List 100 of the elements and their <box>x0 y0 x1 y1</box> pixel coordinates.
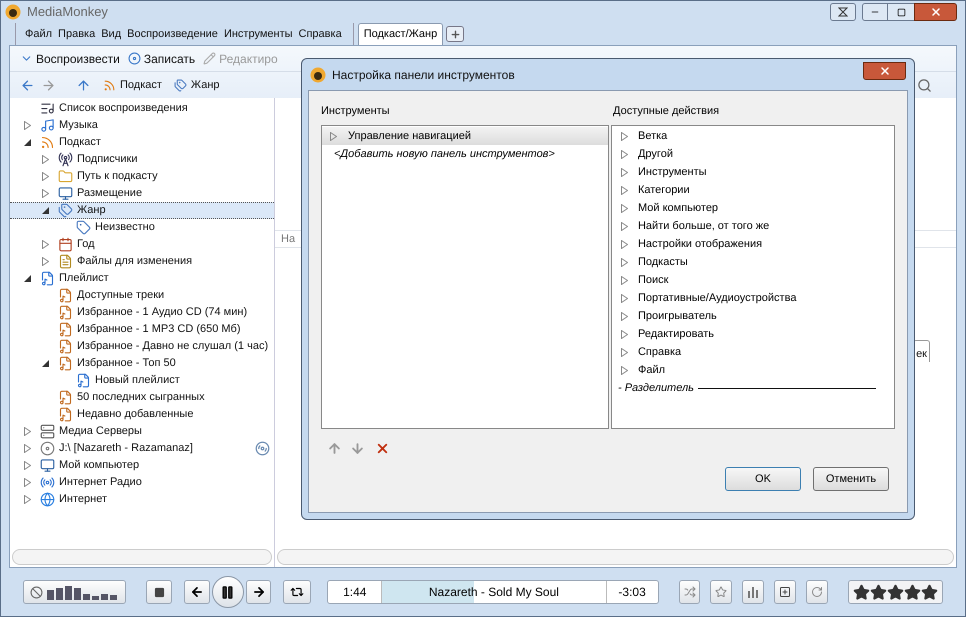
tree-item[interactable]: Жанр <box>10 202 274 219</box>
stop-button[interactable] <box>146 580 172 604</box>
tree-item[interactable]: Год <box>10 236 274 253</box>
collapse-arrow-icon[interactable] <box>24 275 31 282</box>
list-item[interactable]: Портативные/Аудиоустройства <box>612 289 894 307</box>
expand-arrow-icon[interactable] <box>42 172 49 181</box>
tree-item[interactable]: Неизвестно <box>10 219 274 236</box>
equalizer-button[interactable] <box>23 580 126 604</box>
expand-arrow-icon[interactable] <box>24 495 31 504</box>
tree-item[interactable]: Недавно добавленные <box>10 406 274 423</box>
tree-item[interactable]: Интернет <box>10 491 274 508</box>
tree-item[interactable]: Размещение <box>10 185 274 202</box>
bars-button[interactable] <box>742 580 764 604</box>
tree-item[interactable]: Подписчики <box>10 151 274 168</box>
favorite-button[interactable] <box>710 580 732 604</box>
shuffle-button[interactable] <box>678 580 700 604</box>
tree-item[interactable]: Список воспроизведения <box>10 100 274 117</box>
seek-bar[interactable]: Nazareth - Sold My Soul <box>382 581 606 603</box>
repeat-button[interactable] <box>283 580 312 604</box>
toolbar-button[interactable]: Воспроизвести <box>20 50 120 68</box>
collapse-arrow-icon[interactable] <box>42 360 49 367</box>
menu-item[interactable]: Вид <box>98 26 124 42</box>
list-item[interactable]: Файл <box>612 361 894 379</box>
list-item[interactable]: Редактировать <box>612 325 894 343</box>
list-item[interactable]: Подкасты <box>612 253 894 271</box>
disc-icon[interactable] <box>255 441 270 456</box>
tree-item[interactable]: 50 последних сыгранных <box>10 389 274 406</box>
move-down-icon[interactable] <box>350 440 365 456</box>
list-item[interactable]: <Добавить новую панель инструментов> <box>322 145 608 163</box>
list-item[interactable]: Справка <box>612 343 894 361</box>
move-up-icon[interactable] <box>327 440 342 456</box>
maximize-button[interactable] <box>888 3 914 21</box>
close-button[interactable] <box>863 62 906 80</box>
expand-arrow-icon[interactable] <box>42 240 49 249</box>
back-icon[interactable] <box>20 78 35 92</box>
shuffle-icon <box>684 586 696 598</box>
cancel-button[interactable]: Отменить <box>813 467 889 491</box>
expand-arrow-icon[interactable] <box>330 132 337 140</box>
collapse-arrow-icon[interactable] <box>42 207 49 214</box>
tree-item[interactable]: Медиа Серверы <box>10 423 274 440</box>
breadcrumb-button[interactable]: Подкаст <box>103 76 162 94</box>
pause-button[interactable] <box>212 576 244 608</box>
add-tab-button[interactable] <box>446 26 464 42</box>
list-item[interactable]: Инструменты <box>612 163 894 181</box>
list-item[interactable]: Ветка <box>612 127 894 145</box>
toolbar-button[interactable]: Записать <box>128 50 196 68</box>
tree-item[interactable]: Файлы для изменения <box>10 253 274 270</box>
tab[interactable]: Подкаст/Жанр <box>358 23 444 45</box>
expand-arrow-icon[interactable] <box>24 121 31 130</box>
collapse-arrow-icon[interactable] <box>24 139 31 146</box>
next-button[interactable] <box>246 580 272 604</box>
tree-item[interactable]: Избранное - Топ 50 <box>10 355 274 372</box>
tree-item[interactable]: J:\ [Nazareth - Razamanaz] <box>10 440 274 457</box>
tree-item[interactable]: Подкаст <box>10 134 274 151</box>
list-item[interactable]: Поиск <box>612 271 894 289</box>
expand-arrow-icon[interactable] <box>42 257 49 266</box>
list-item-label[interactable]: - Разделитель <box>618 380 694 396</box>
horizontal-scrollbar[interactable] <box>12 549 272 565</box>
expand-arrow-icon[interactable] <box>24 478 31 487</box>
tree-item[interactable]: Мой компьютер <box>10 457 274 474</box>
list-item[interactable]: Найти больше, от того же <box>612 217 894 235</box>
expand-arrow-icon[interactable] <box>24 461 31 470</box>
expand-arrow-icon[interactable] <box>24 427 31 436</box>
add-button[interactable] <box>774 580 796 604</box>
search-icon[interactable] <box>917 78 932 92</box>
menu-item[interactable]: Инструменты <box>220 26 296 42</box>
menu-item[interactable]: Правка <box>55 26 98 42</box>
list-item[interactable]: Настройки отображения <box>612 235 894 253</box>
expand-arrow-icon[interactable] <box>42 155 49 164</box>
tree-item[interactable]: Музыка <box>10 117 274 134</box>
expand-arrow-icon[interactable] <box>24 444 31 453</box>
list-item[interactable]: Другой <box>612 145 894 163</box>
breadcrumb-button[interactable]: Жанр <box>174 76 220 94</box>
minimize-button[interactable] <box>862 3 888 21</box>
tree-item[interactable]: Избранное - Давно не слушал (1 час) <box>10 338 274 355</box>
horizontal-scrollbar[interactable] <box>277 549 954 565</box>
previous-button[interactable] <box>184 580 210 604</box>
tree-item[interactable]: Плейлист <box>10 270 274 287</box>
tree-item[interactable]: Избранное - 1 Аудио CD (74 мин) <box>10 304 274 321</box>
rating-button[interactable] <box>848 580 944 604</box>
forward-icon[interactable] <box>41 78 56 92</box>
ok-button[interactable]: OK <box>725 467 801 491</box>
tree-item[interactable]: Путь к подкасту <box>10 168 274 185</box>
expand-arrow-icon[interactable] <box>42 189 49 198</box>
menu-item[interactable]: Файл <box>22 26 56 42</box>
close-button[interactable] <box>914 3 957 21</box>
tree-item[interactable]: Доступные треки <box>10 287 274 304</box>
refresh-button[interactable] <box>806 580 828 604</box>
up-icon[interactable] <box>76 78 91 92</box>
list-item[interactable]: Управление навигацией <box>322 127 608 145</box>
rating-stars[interactable] <box>852 584 938 600</box>
list-item[interactable]: Мой компьютер <box>612 199 894 217</box>
tree-item[interactable]: Интернет Радио <box>10 474 274 491</box>
menu-item[interactable]: Справка <box>296 26 345 42</box>
mini-player-button[interactable] <box>830 3 856 21</box>
list-item[interactable]: Категории <box>612 181 894 199</box>
list-item[interactable]: Проигрыватель <box>612 307 894 325</box>
tree-item[interactable]: Новый плейлист <box>10 372 274 389</box>
menu-item[interactable]: Воспроизведение <box>124 26 221 42</box>
tree-item[interactable]: Избранное - 1 MP3 CD (650 Мб) <box>10 321 274 338</box>
